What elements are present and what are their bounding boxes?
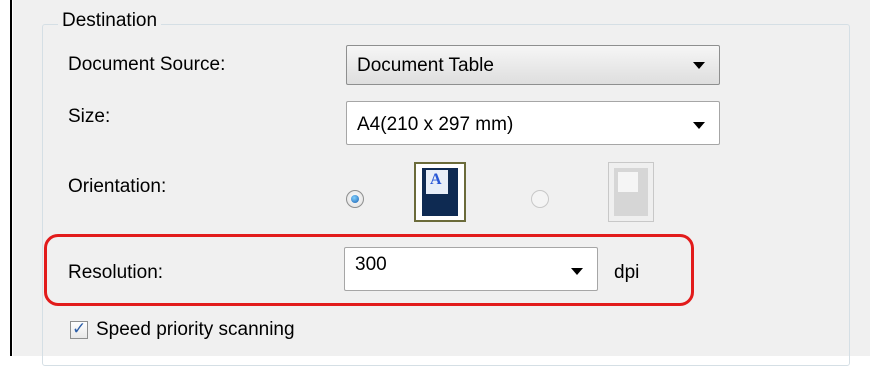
- resolution-value: 300: [355, 254, 387, 275]
- landscape-page-icon[interactable]: [608, 162, 654, 222]
- resolution-label: Resolution:: [68, 262, 164, 283]
- document-source-label: Document Source:: [68, 54, 226, 75]
- document-source-dropdown[interactable]: Document Table: [346, 45, 720, 85]
- chevron-down-icon: [571, 268, 583, 275]
- chevron-down-icon: [693, 62, 705, 69]
- window-edge: [0, 0, 12, 356]
- speed-priority-label: Speed priority scanning: [96, 319, 295, 340]
- checkmark-icon: ✓: [72, 319, 87, 338]
- size-label: Size:: [68, 106, 111, 127]
- chevron-down-icon: [693, 122, 705, 129]
- resolution-unit: dpi: [614, 262, 640, 283]
- orientation-label: Orientation:: [68, 176, 167, 197]
- portrait-page-icon[interactable]: A: [414, 162, 466, 222]
- orientation-portrait-radio[interactable]: [346, 190, 364, 208]
- orientation-landscape-radio[interactable]: [531, 190, 549, 208]
- speed-priority-checkbox[interactable]: ✓: [70, 319, 88, 339]
- size-value: A4(210 x 297 mm): [357, 114, 514, 135]
- size-dropdown[interactable]: A4(210 x 297 mm): [346, 101, 720, 145]
- resolution-dropdown[interactable]: 300: [344, 247, 598, 291]
- document-source-value: Document Table: [357, 55, 494, 76]
- destination-group-title: Destination: [58, 10, 162, 32]
